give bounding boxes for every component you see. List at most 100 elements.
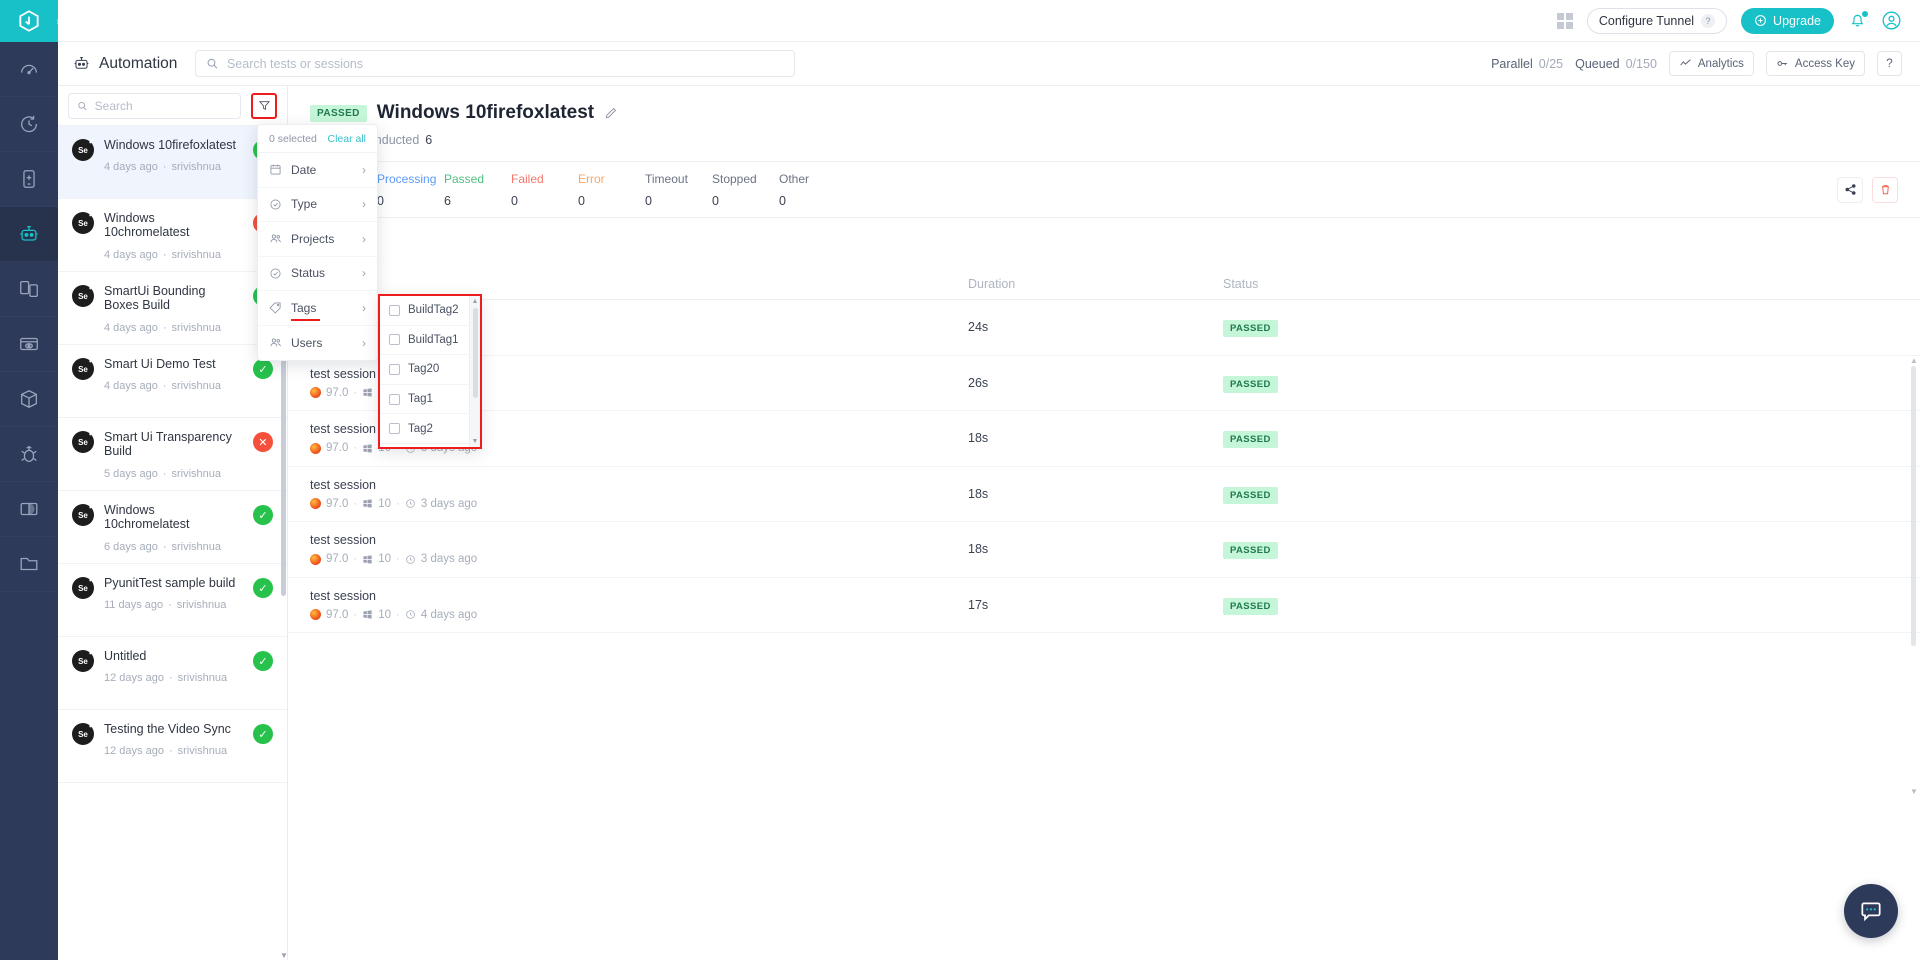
app-grid-icon[interactable]	[1557, 13, 1573, 29]
sidebar-item-responsive[interactable]	[0, 262, 58, 317]
filter-item-date[interactable]: Date›	[258, 153, 377, 188]
column-header-status: Status	[1223, 277, 1503, 291]
filter-item-tags[interactable]: Tags›	[258, 291, 377, 326]
list-item[interactable]: SeUntitled12 days ago·srivishnua✓	[58, 637, 287, 710]
sidebar-item-packages[interactable]	[0, 372, 58, 427]
chat-bubble-icon[interactable]	[1844, 884, 1898, 938]
scrollbar-thumb[interactable]	[1911, 366, 1916, 646]
status-badge: PASSED	[1223, 542, 1278, 559]
sidebar-item-dashboard[interactable]	[0, 42, 58, 97]
build-age: 6 days ago	[104, 541, 158, 553]
global-search[interactable]	[195, 50, 795, 77]
table-row[interactable]: test session97.0·10·3 days ago26sPASSED	[288, 356, 1920, 412]
pencil-edit-icon[interactable]	[604, 106, 618, 120]
filter-item-users[interactable]: Users›	[258, 326, 377, 361]
tag-option[interactable]: BuildTag2	[380, 296, 480, 326]
lambdatest-logo[interactable]: ›	[0, 0, 58, 42]
tag-option[interactable]: BuildTag1	[380, 326, 480, 356]
table-row[interactable]: test session97.0·10·3 days ago18sPASSED	[288, 411, 1920, 467]
list-item[interactable]: SeWindows 10chromelatest6 days ago·srivi…	[58, 491, 287, 564]
table-row[interactable]: test session97.0·10·3 days ago24sPASSED	[288, 300, 1920, 356]
build-user: srivishnua	[172, 249, 222, 261]
meta-separator: ·	[163, 599, 177, 611]
tags-scroll-up-arrow[interactable]: ▲	[472, 298, 479, 305]
browser-version: 97.0	[326, 609, 348, 621]
build-detail-panel: PASSED Windows 10firefoxlatest s · Test …	[288, 86, 1920, 960]
browser-version: 97.0	[326, 387, 348, 399]
tag-checkbox[interactable]	[389, 394, 400, 405]
tag-option[interactable]: Tag1	[380, 385, 480, 415]
sidebar-item-screenshot[interactable]	[0, 317, 58, 372]
stat-label: Failed	[511, 172, 578, 186]
session-age: 4 days ago	[421, 609, 477, 621]
tag-option[interactable]: Tag20	[380, 355, 480, 385]
session-name: test session	[310, 533, 968, 547]
build-title: Windows 10firefoxlatest	[377, 102, 594, 124]
filter-item-status[interactable]: Status›	[258, 257, 377, 292]
table-row[interactable]: test session97.0·10·3 days ago18sPASSED	[288, 467, 1920, 523]
tag-checkbox[interactable]	[389, 423, 400, 434]
list-item[interactable]: SeTesting the Video Sync12 days ago·sriv…	[58, 710, 287, 783]
access-key-button[interactable]: Access Key	[1766, 51, 1865, 76]
tag-checkbox[interactable]	[389, 364, 400, 375]
build-search-input[interactable]	[95, 99, 232, 113]
chevron-right-icon: ›	[362, 301, 366, 315]
filter-funnel-icon[interactable]	[251, 93, 277, 119]
help-button[interactable]: ?	[1877, 51, 1902, 76]
list-item[interactable]: SeSmart Ui Demo Test4 days ago·srivishnu…	[58, 345, 287, 418]
tag-checkbox[interactable]	[389, 334, 400, 345]
sub-header: Automation Parallel 0/25 Queued 0/150 An…	[58, 42, 1920, 86]
search-input[interactable]	[227, 57, 784, 71]
session-age: 3 days ago	[421, 553, 477, 565]
sidebar-item-app-testing[interactable]	[0, 152, 58, 207]
tags-submenu[interactable]: BuildTag2BuildTag1Tag20Tag1Tag2 ▲ ▼	[378, 294, 482, 449]
clear-all-button[interactable]: Clear all	[327, 133, 366, 145]
list-item[interactable]: SePyunitTest sample build11 days ago·sri…	[58, 564, 287, 637]
scroll-down-arrow[interactable]: ▼	[280, 951, 287, 960]
sidebar-item-issues[interactable]	[0, 427, 58, 482]
list-item[interactable]: SeSmartUi Bounding Boxes Build4 days ago…	[58, 272, 287, 345]
tags-scrollbar-thumb[interactable]	[473, 308, 478, 398]
clock-icon	[405, 609, 416, 620]
windows-icon	[362, 609, 373, 620]
os-version: 10	[378, 609, 391, 621]
tag-checkbox[interactable]	[389, 305, 400, 316]
share-icon[interactable]	[1837, 177, 1863, 203]
tunnel-help-icon[interactable]: ?	[1701, 14, 1715, 28]
tag-option[interactable]: Tag2	[380, 414, 480, 444]
list-item[interactable]: SeWindows 10firefoxlatest4 days ago·sriv…	[58, 126, 287, 199]
test-conducted-value: 6	[425, 133, 432, 147]
sidebar-item-history[interactable]	[0, 97, 58, 152]
build-user: srivishnua	[178, 745, 228, 757]
user-avatar-icon[interactable]	[1881, 10, 1902, 31]
sidebar-item-projects[interactable]	[0, 537, 58, 592]
filter-item-projects[interactable]: Projects›	[258, 222, 377, 257]
table-row[interactable]: test session97.0·10·4 days ago17sPASSED	[288, 578, 1920, 634]
chevron-right-icon: ›	[362, 232, 366, 246]
sessions-scrollbar[interactable]: ▲ ▼	[1911, 366, 1916, 786]
analytics-button[interactable]: Analytics	[1669, 51, 1754, 76]
filter-item-type[interactable]: Type›	[258, 188, 377, 223]
notification-bell-icon[interactable]	[1848, 11, 1867, 30]
session-duration: 18s	[968, 431, 1223, 445]
scroll-down-arrow[interactable]: ▼	[1910, 787, 1918, 796]
scroll-up-arrow[interactable]: ▲	[1910, 356, 1918, 365]
table-row[interactable]: test session97.0·10·3 days ago18sPASSED	[288, 522, 1920, 578]
configure-tunnel-button[interactable]: Configure Tunnel ?	[1587, 8, 1727, 34]
build-search[interactable]	[68, 93, 241, 119]
help-label: ?	[1886, 58, 1892, 70]
trash-icon[interactable]	[1872, 177, 1898, 203]
filter-dropdown[interactable]: 0 selected Clear all Date›Type›Projects›…	[257, 124, 378, 361]
tags-scrollbar[interactable]: ▲ ▼	[469, 296, 480, 447]
windows-icon	[362, 387, 373, 398]
plus-circle-icon	[1754, 14, 1767, 27]
sidebar-item-compare[interactable]	[0, 482, 58, 537]
sidebar-item-automation[interactable]	[0, 207, 58, 262]
upgrade-button[interactable]: Upgrade	[1741, 8, 1834, 34]
build-list[interactable]: SeWindows 10firefoxlatest4 days ago·sriv…	[58, 126, 287, 960]
list-item[interactable]: SeWindows 10chromelatest4 days ago·srivi…	[58, 199, 287, 272]
filter-item-label: Date	[291, 163, 316, 177]
tags-scroll-down-arrow[interactable]: ▼	[472, 438, 479, 445]
list-item[interactable]: SeSmart Ui Transparency Build5 days ago·…	[58, 418, 287, 491]
build-name: SmartUi Bounding Boxes Build	[104, 284, 243, 313]
